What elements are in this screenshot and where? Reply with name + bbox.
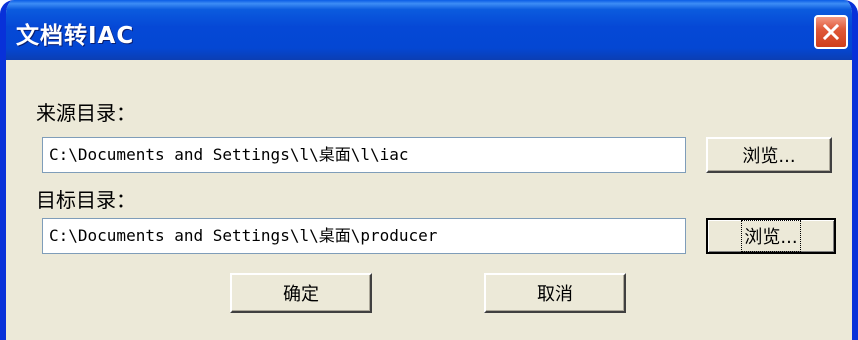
target-browse-label: 浏览... xyxy=(741,220,801,252)
source-dir-field[interactable]: C:\Documents and Settings\l\桌面\l\iac xyxy=(42,137,686,173)
title-bar[interactable]: 文档转IAC xyxy=(6,0,852,60)
cancel-button[interactable]: 取消 xyxy=(484,273,626,313)
ok-label: 确定 xyxy=(283,284,319,305)
ok-button[interactable]: 确定 xyxy=(230,273,372,313)
source-dir-label: 来源目录： xyxy=(36,101,136,125)
window-title: 文档转IAC xyxy=(16,23,135,49)
close-button[interactable] xyxy=(814,15,848,49)
close-x-icon xyxy=(822,23,840,41)
source-browse-label: 浏览... xyxy=(742,146,796,167)
dialog-window: 文档转IAC 来源目录： C:\Documents and Settings\l… xyxy=(0,0,858,340)
source-browse-button[interactable]: 浏览... xyxy=(706,137,832,173)
cancel-label: 取消 xyxy=(537,284,573,305)
target-browse-button[interactable]: 浏览... xyxy=(706,218,836,254)
target-dir-label: 目标目录： xyxy=(36,188,136,212)
target-dir-field[interactable]: C:\Documents and Settings\l\桌面\producer xyxy=(42,218,686,254)
